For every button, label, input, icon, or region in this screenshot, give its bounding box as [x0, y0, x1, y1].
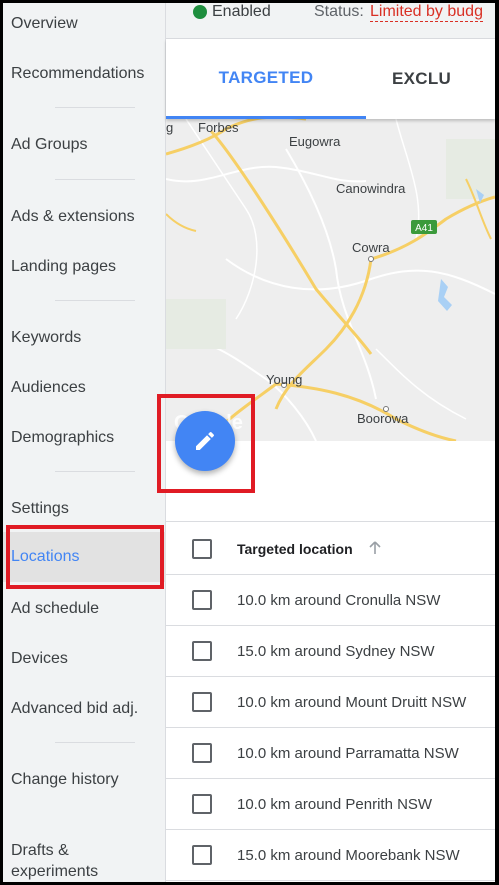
table-row: 10.0 km around Mount Druitt NSW: [166, 677, 495, 728]
column-header-targeted-location[interactable]: Targeted location: [237, 541, 353, 557]
row-checkbox[interactable]: [192, 692, 212, 712]
map-label-forbes: Forbes: [198, 120, 239, 135]
map-label-canowindra: Canowindra: [336, 181, 406, 196]
sidebar-divider: [55, 471, 135, 472]
map-label-eugowra: Eugowra: [289, 134, 341, 149]
status-label: Status:: [314, 3, 364, 20]
pencil-icon: [196, 431, 215, 450]
location-cell: 10.0 km around Mount Druitt NSW: [237, 693, 467, 711]
map-label-cowra: Cowra: [352, 240, 390, 255]
status-value-link[interactable]: Limited by budg: [370, 3, 483, 22]
sidebar-item-ad-schedule[interactable]: Ad schedule: [3, 584, 166, 634]
table-row: 10.0 km around Penrith NSW: [166, 779, 495, 830]
map-label-partial: g: [166, 120, 173, 135]
location-cell: 10.0 km around Cronulla NSW: [237, 591, 441, 609]
sidebar-divider: [55, 300, 135, 301]
tab-targeted[interactable]: TARGETED: [166, 39, 366, 119]
sidebar-item-keywords[interactable]: Keywords: [3, 313, 166, 363]
select-all-checkbox[interactable]: [192, 539, 212, 559]
enabled-status-icon: [193, 5, 207, 19]
sidebar-item-recommendations[interactable]: Recommendations: [3, 49, 166, 99]
sidebar-item-drafts-experiments[interactable]: Drafts & experiments: [3, 835, 166, 882]
map-label-boorowa: Boorowa: [357, 411, 409, 426]
sidebar-divider: [55, 107, 135, 108]
enabled-status-text[interactable]: Enabled: [212, 3, 271, 21]
sidebar-divider: [55, 742, 135, 743]
map-label-young: Young: [266, 372, 302, 387]
table-divider: [166, 521, 495, 522]
location-cell: 15.0 km around Sydney NSW: [237, 642, 435, 660]
sidebar-nav: Overview Recommendations Ad Groups Ads &…: [3, 3, 166, 882]
location-cell: 10.0 km around Penrith NSW: [237, 795, 433, 813]
main-content: Enabled Status: Limited by budg TARGETED…: [166, 3, 495, 882]
table-header-row: Targeted location: [166, 524, 495, 575]
table-row: 10.0 km around Cronulla NSW: [166, 575, 495, 626]
location-cell: 10.0 km around Parramatta NSW: [237, 744, 459, 762]
tab-excluded[interactable]: EXCLU: [366, 39, 495, 119]
road-shield-a41: A41: [415, 223, 433, 234]
location-cell: 15.0 km around Moorebank NSW: [237, 846, 460, 864]
edit-locations-button[interactable]: [175, 411, 235, 471]
location-map[interactable]: A41 Forbes Eugowra Canowindra Cowra Youn…: [166, 119, 495, 441]
sidebar-divider: [55, 179, 135, 180]
row-checkbox[interactable]: [192, 794, 212, 814]
row-checkbox[interactable]: [192, 641, 212, 661]
sidebar-item-ads-extensions[interactable]: Ads & extensions: [3, 192, 166, 242]
row-checkbox[interactable]: [192, 590, 212, 610]
sidebar-item-ad-groups[interactable]: Ad Groups: [3, 120, 166, 170]
table-row: 15.0 km around Sydney NSW: [166, 626, 495, 677]
sidebar-item-settings[interactable]: Settings: [3, 484, 166, 534]
sidebar-item-demographics[interactable]: Demographics: [3, 413, 166, 463]
app-frame: Overview Recommendations Ad Groups Ads &…: [3, 3, 495, 882]
sort-arrow-up-icon[interactable]: [367, 540, 383, 556]
sidebar-item-audiences[interactable]: Audiences: [3, 363, 166, 413]
sidebar-item-advanced-bid-adj[interactable]: Advanced bid adj.: [3, 684, 166, 734]
sidebar-item-devices[interactable]: Devices: [3, 634, 166, 684]
sidebar-item-change-history[interactable]: Change history: [3, 755, 166, 805]
map-canvas: A41 Forbes Eugowra Canowindra Cowra Youn…: [166, 119, 495, 441]
table-row: 15.0 km around Moorebank NSW: [166, 830, 495, 881]
sidebar-item-landing-pages[interactable]: Landing pages: [3, 242, 166, 292]
sidebar-item-locations[interactable]: Locations: [3, 532, 166, 582]
row-checkbox[interactable]: [192, 845, 212, 865]
row-checkbox[interactable]: [192, 743, 212, 763]
sidebar-item-overview[interactable]: Overview: [3, 3, 166, 49]
table-row: 10.0 km around Parramatta NSW: [166, 728, 495, 779]
campaign-status-bar: Enabled Status: Limited by budg: [166, 3, 495, 39]
location-tabs: TARGETED EXCLU: [166, 39, 495, 119]
